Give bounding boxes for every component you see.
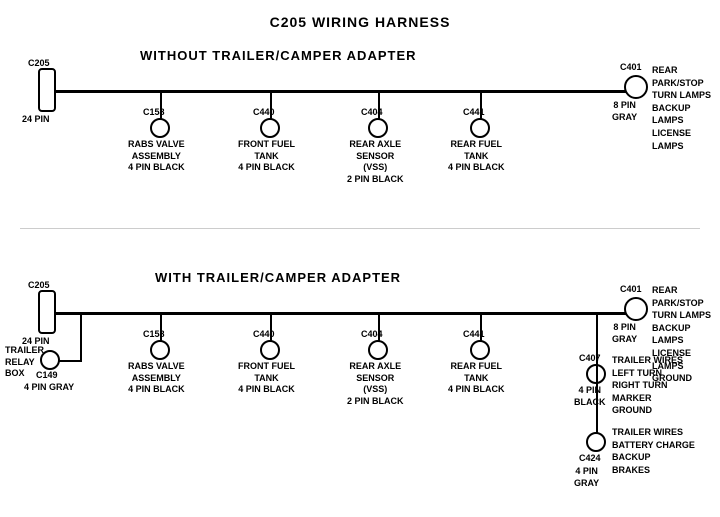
- page-title: C205 WIRING HARNESS: [0, 6, 720, 30]
- section2-c440-label: FRONT FUELTANK4 PIN BLACK: [238, 361, 295, 396]
- section2-right-connector: [624, 297, 648, 321]
- section2-c149-id: C149: [36, 370, 58, 382]
- section2-right-id: C401: [620, 284, 642, 296]
- section1-c441-label: REAR FUELTANK4 PIN BLACK: [448, 139, 505, 174]
- section2-label: WITH TRAILER/CAMPER ADAPTER: [155, 270, 401, 285]
- section1-c404: [368, 118, 388, 138]
- section1-right-connector: [624, 75, 648, 99]
- section2-c424-id: C424: [579, 453, 601, 465]
- section2-c424-label: TRAILER WIRESBATTERY CHARGEBACKUPBRAKES: [612, 426, 695, 476]
- section1-left-id: C205: [28, 58, 50, 70]
- section1-main-line: [55, 90, 635, 93]
- section1-c440: [260, 118, 280, 138]
- section2-c158-id: C158: [143, 329, 165, 341]
- section1-c441-id: C441: [463, 107, 485, 119]
- section2-left-id: C205: [28, 280, 50, 292]
- section2-left-connector: [38, 290, 56, 334]
- section2-c424: [586, 432, 606, 452]
- section2-c407-pin: 4 PINBLACK: [574, 385, 606, 408]
- section2-main-line: [55, 312, 635, 315]
- section2-c149: [40, 350, 60, 370]
- section2-c441-id: C441: [463, 329, 485, 341]
- section1-c440-label: FRONT FUELTANK4 PIN BLACK: [238, 139, 295, 174]
- section2-c440: [260, 340, 280, 360]
- section1-left-connector: [38, 68, 56, 112]
- section1-c404-label: REAR AXLESENSOR(VSS)2 PIN BLACK: [347, 139, 404, 186]
- section2-c441-label: REAR FUELTANK4 PIN BLACK: [448, 361, 505, 396]
- section1-label: WITHOUT TRAILER/CAMPER ADAPTER: [140, 48, 417, 63]
- section2-c407-label: TRAILER WIRESLEFT TURNRIGHT TURNMARKERGR…: [612, 354, 683, 417]
- section1-right-labels: REAR PARK/STOPTURN LAMPSBACKUP LAMPSLICE…: [652, 64, 720, 152]
- section1-c158-label: RABS VALVEASSEMBLY4 PIN BLACK: [128, 139, 185, 174]
- section2-c441: [470, 340, 490, 360]
- section2-c149-pin: 4 PIN GRAY: [24, 382, 74, 394]
- section2-right-pin: 8 PINGRAY: [612, 322, 637, 345]
- section-divider: [20, 228, 700, 229]
- section1-c440-id: C440: [253, 107, 275, 119]
- section2-c424-pin: 4 PINGRAY: [574, 466, 599, 489]
- section2-c158: [150, 340, 170, 360]
- section1-right-id: C401: [620, 62, 642, 74]
- section1-c158-id: C158: [143, 107, 165, 119]
- section2-c404-label: REAR AXLESENSOR(VSS)2 PIN BLACK: [347, 361, 404, 408]
- section1-c158: [150, 118, 170, 138]
- section2-c404: [368, 340, 388, 360]
- section1-c441: [470, 118, 490, 138]
- diagram-area: C205 WIRING HARNESS WITHOUT TRAILER/CAMP…: [0, 0, 720, 490]
- section2-c158-label: RABS VALVEASSEMBLY4 PIN BLACK: [128, 361, 185, 396]
- section1-c404-id: C404: [361, 107, 383, 119]
- section2-c440-id: C440: [253, 329, 275, 341]
- section2-c404-id: C404: [361, 329, 383, 341]
- section2-c149-vline1: [80, 312, 82, 362]
- section1-left-pin: 24 PIN: [22, 114, 50, 126]
- section1-right-pin: 8 PINGRAY: [612, 100, 637, 123]
- section2-c424-vline: [596, 312, 598, 442]
